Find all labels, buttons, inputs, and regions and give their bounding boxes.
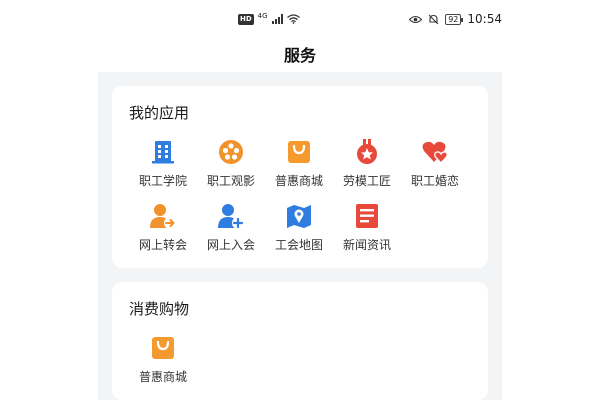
map-icon bbox=[287, 205, 311, 228]
status-right: 92 10:54 bbox=[409, 12, 502, 26]
app-label: 网上转会 bbox=[138, 238, 187, 252]
wifi-icon bbox=[286, 14, 300, 24]
mute-bell-icon bbox=[428, 14, 439, 24]
battery-indicator: 92 bbox=[445, 13, 464, 25]
app-item-worker-dating[interactable]: 职工婚恋 bbox=[401, 138, 469, 189]
app-label: 劳模工匠 bbox=[342, 174, 391, 188]
app-item-union-map[interactable]: 工会地图 bbox=[265, 202, 333, 253]
app-label: 网上入会 bbox=[206, 238, 255, 252]
signal-icon bbox=[271, 14, 283, 24]
building-icon bbox=[152, 141, 174, 164]
app-item-worker-movies[interactable]: 职工观影 bbox=[197, 138, 265, 189]
app-label: 普惠商城 bbox=[138, 370, 187, 384]
app-label: 新闻资讯 bbox=[342, 238, 391, 252]
network-label: 4G bbox=[257, 12, 268, 20]
consume-title: 消费购物 bbox=[129, 300, 190, 318]
app-label: 普惠商城 bbox=[274, 174, 323, 188]
medal-icon bbox=[357, 139, 377, 164]
app-label: 职工婚恋 bbox=[410, 174, 459, 188]
user-transfer-icon bbox=[150, 204, 176, 229]
app-item-news[interactable]: 新闻资讯 bbox=[333, 202, 401, 253]
shopping-bag-icon bbox=[152, 337, 174, 359]
my-apps-card: 我的应用 职工学院 职工观影 普惠商城 劳模工匠 职工婚恋 网上转会 网上入会 … bbox=[112, 86, 488, 268]
hd-badge: HD bbox=[238, 13, 254, 25]
status-bar: HD 4G 92 10:54 bbox=[98, 0, 502, 34]
film-reel-icon bbox=[219, 140, 243, 164]
app-item-worker-college[interactable]: 职工学院 bbox=[129, 138, 197, 189]
shopping-bag-icon bbox=[288, 141, 310, 163]
app-label: 职工观影 bbox=[206, 174, 255, 188]
app-item-model-workers[interactable]: 劳模工匠 bbox=[333, 138, 401, 189]
status-time: 10:54 bbox=[467, 12, 502, 26]
user-add-icon bbox=[218, 204, 244, 229]
consume-card: 消费购物 普惠商城 bbox=[112, 282, 488, 400]
my-apps-title: 我的应用 bbox=[129, 104, 190, 122]
app-label: 职工学院 bbox=[138, 174, 187, 188]
app-item-mall[interactable]: 普惠商城 bbox=[265, 138, 333, 189]
eye-icon bbox=[409, 15, 423, 23]
app-item-online-join[interactable]: 网上入会 bbox=[197, 202, 265, 253]
status-left: HD 4G bbox=[238, 12, 300, 26]
news-icon bbox=[356, 204, 378, 228]
app-label: 工会地图 bbox=[274, 238, 323, 252]
app-item-online-transfer[interactable]: 网上转会 bbox=[129, 202, 197, 253]
app-item-consume-mall[interactable]: 普惠商城 bbox=[129, 334, 197, 385]
hearts-icon bbox=[422, 141, 448, 164]
page-title: 服务 bbox=[283, 46, 316, 65]
